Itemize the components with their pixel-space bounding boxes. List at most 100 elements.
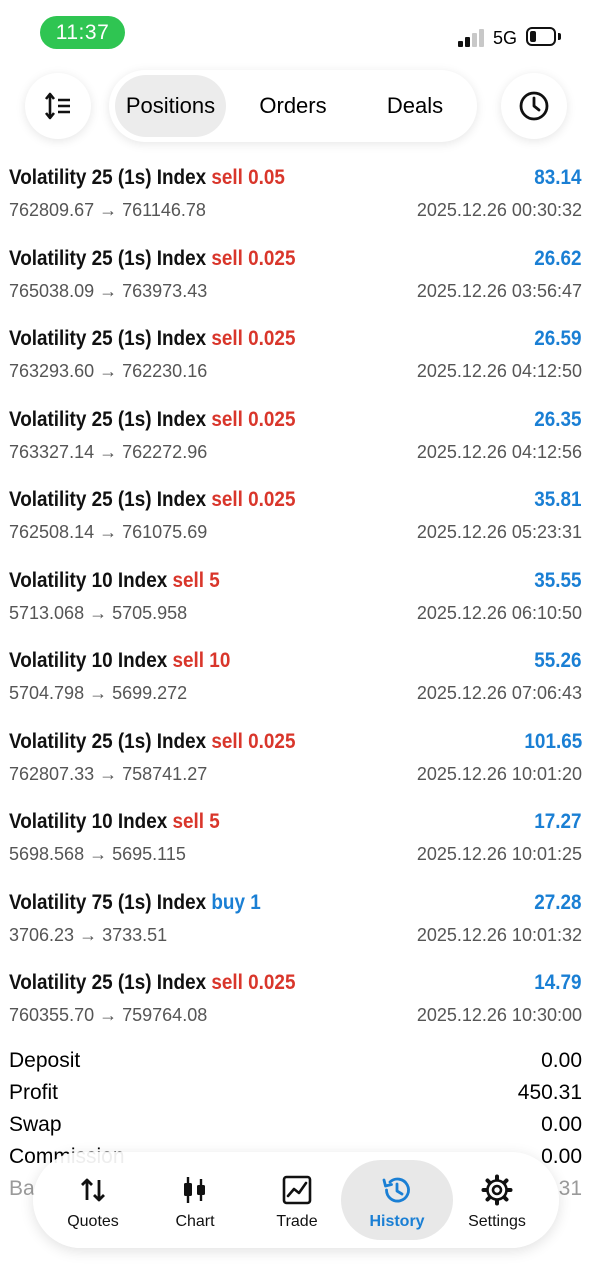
bottom-tab-quotes-label: Quotes: [67, 1213, 119, 1230]
summary-swap: Swap 0.00: [9, 1109, 582, 1141]
price-arrow-icon: →: [99, 361, 118, 381]
deal-profit: 14.79: [534, 971, 582, 994]
deal-open-price: 5704.798: [9, 683, 85, 703]
gear-icon: [481, 1174, 513, 1206]
deal-side-volume: sell 5: [173, 569, 220, 592]
deal-prices: 762809.67 → 761146.78: [9, 198, 206, 222]
deal-side-volume: sell 0.025: [211, 971, 295, 994]
deal-volume: 1: [250, 890, 261, 914]
deal-close-price: 763973.43: [122, 280, 208, 301]
deal-profit: 55.26: [534, 649, 582, 672]
tab-positions[interactable]: Positions: [115, 75, 226, 137]
summary-profit-value: 450.31: [517, 1081, 582, 1104]
bottom-tab-chart[interactable]: Chart: [143, 1160, 247, 1240]
history-clock-icon: [382, 1177, 410, 1203]
bottom-tab-chart-label: Chart: [175, 1213, 215, 1230]
deal-open-price: 763293.60: [9, 361, 95, 381]
deal-time: 2025.12.26 07:06:43: [416, 683, 582, 703]
summary-deposit-label: Deposit: [9, 1049, 81, 1072]
summary-profit-label: Profit: [9, 1081, 59, 1104]
deal-prices: 762807.33 → 758741.27: [9, 762, 207, 786]
deal-side-volume: sell 0.025: [211, 408, 295, 431]
deal-title: Volatility 25 (1s) Index sell 0.025: [9, 728, 295, 756]
deal-title: Volatility 25 (1s) Index sell 0.025: [9, 406, 295, 434]
deal-title: Volatility 10 Index sell 10: [9, 647, 230, 675]
deal-side-volume: buy 1: [211, 891, 260, 914]
line-chart-icon: [282, 1175, 312, 1205]
deal-prices: 763293.60 → 762230.16: [9, 359, 207, 383]
deal-prices: 5704.798 → 5699.272: [9, 681, 187, 705]
deal-time: 2025.12.26 00:30:32: [416, 200, 582, 220]
price-arrow-icon: →: [99, 1005, 118, 1025]
deal-profit: 101.65: [524, 729, 582, 753]
deal-symbol: Volatility 25 (1s) Index: [9, 327, 207, 350]
deal-prices: 762508.14 → 761075.69: [9, 520, 207, 544]
deal-side: sell: [211, 729, 243, 753]
deal-open-price: 762807.33: [9, 763, 95, 784]
summary-swap-value: 0.00: [541, 1113, 582, 1136]
deal-row[interactable]: Volatility 10 Index sell 5 17.27 5698.568 …: [0, 804, 592, 885]
bottom-tab-quotes[interactable]: Quotes: [41, 1160, 145, 1240]
deal-side: sell: [172, 649, 205, 672]
deal-time: 2025.12.26 10:01:32: [416, 924, 582, 945]
bottom-tab-bar: Quotes Chart Trade History Settings: [33, 1152, 559, 1248]
deal-title: Volatility 75 (1s) Index buy 1: [9, 889, 261, 917]
deal-prices: 5713.068 → 5705.958: [9, 601, 187, 625]
deal-symbol: Volatility 10 Index: [9, 568, 168, 592]
deal-prices: 760355.70 → 759764.08: [9, 1003, 207, 1027]
summary-deposit-value: 0.00: [541, 1049, 582, 1072]
deal-volume: 0.025: [248, 407, 296, 431]
deal-volume: 5: [209, 810, 220, 833]
clock-icon: [519, 91, 549, 121]
deal-title: Volatility 25 (1s) Index sell 0.05: [9, 164, 285, 192]
tab-orders[interactable]: Orders: [237, 75, 349, 137]
deal-time: 2025.12.26 06:10:50: [416, 602, 582, 623]
deal-side: sell: [172, 568, 205, 592]
deal-close-price: 5705.958: [112, 602, 188, 623]
deal-row[interactable]: Volatility 10 Index sell 10 55.26 5704.798…: [0, 643, 592, 724]
deal-close-price: 761146.78: [122, 200, 206, 220]
deal-symbol: Volatility 25 (1s) Index: [9, 971, 207, 994]
status-time: 11:37: [40, 16, 125, 49]
deal-row[interactable]: Volatility 25 (1s) Index sell 0.025 35.81…: [0, 482, 592, 563]
deal-time: 2025.12.26 04:12:50: [416, 361, 582, 381]
deal-open-price: 5698.568: [9, 844, 85, 864]
deal-open-price: 3706.23: [9, 924, 75, 945]
summary-balance-label: Ba: [9, 1177, 35, 1200]
network-type: 5G: [493, 28, 518, 48]
deal-row[interactable]: Volatility 25 (1s) Index sell 0.025 26.59…: [0, 321, 592, 402]
deal-symbol: Volatility 25 (1s) Index: [9, 407, 207, 431]
bottom-tab-trade[interactable]: Trade: [245, 1160, 349, 1240]
deal-profit: 17.27: [534, 810, 582, 833]
deal-row[interactable]: Volatility 25 (1s) Index sell 0.025 26.62…: [0, 241, 592, 322]
bottom-tab-settings[interactable]: Settings: [445, 1160, 549, 1240]
deal-profit: 26.62: [534, 246, 582, 270]
deal-time: 2025.12.26 10:01:20: [416, 763, 582, 784]
price-arrow-icon: →: [99, 763, 118, 784]
deal-row[interactable]: Volatility 25 (1s) Index sell 0.025 14.79…: [0, 965, 592, 1046]
deal-volume: 0.025: [248, 488, 296, 511]
deal-volume: 5: [209, 568, 220, 592]
deal-close-price: 5695.115: [112, 844, 186, 864]
tab-deals[interactable]: Deals: [359, 75, 471, 137]
price-arrow-icon: →: [89, 844, 108, 864]
deal-volume: 0.025: [248, 246, 296, 270]
deal-row[interactable]: Volatility 25 (1s) Index sell 0.05 83.14 7…: [0, 160, 592, 241]
sort-button[interactable]: [25, 73, 91, 139]
history-period-button[interactable]: [501, 73, 567, 139]
deal-open-price: 5713.068: [9, 602, 85, 623]
deal-side-volume: sell 0.025: [211, 730, 295, 753]
deal-side: sell: [172, 810, 205, 833]
deal-row[interactable]: Volatility 25 (1s) Index sell 0.025 26.35…: [0, 402, 592, 483]
deal-symbol: Volatility 25 (1s) Index: [9, 246, 207, 270]
deal-prices: 763327.14 → 762272.96: [9, 440, 207, 464]
deal-title: Volatility 25 (1s) Index sell 0.025: [9, 486, 295, 514]
deal-row[interactable]: Volatility 10 Index sell 5 35.55 5713.068 …: [0, 563, 592, 644]
deal-side: sell: [211, 246, 243, 270]
price-arrow-icon: →: [99, 200, 118, 220]
bottom-tab-history[interactable]: History: [341, 1160, 453, 1240]
up-down-arrows-icon: [81, 1178, 105, 1202]
deal-row[interactable]: Volatility 25 (1s) Index sell 0.025 101.6…: [0, 724, 592, 805]
summary-swap-label: Swap: [9, 1113, 62, 1136]
deal-row[interactable]: Volatility 75 (1s) Index buy 1 27.28 3706.…: [0, 885, 592, 966]
